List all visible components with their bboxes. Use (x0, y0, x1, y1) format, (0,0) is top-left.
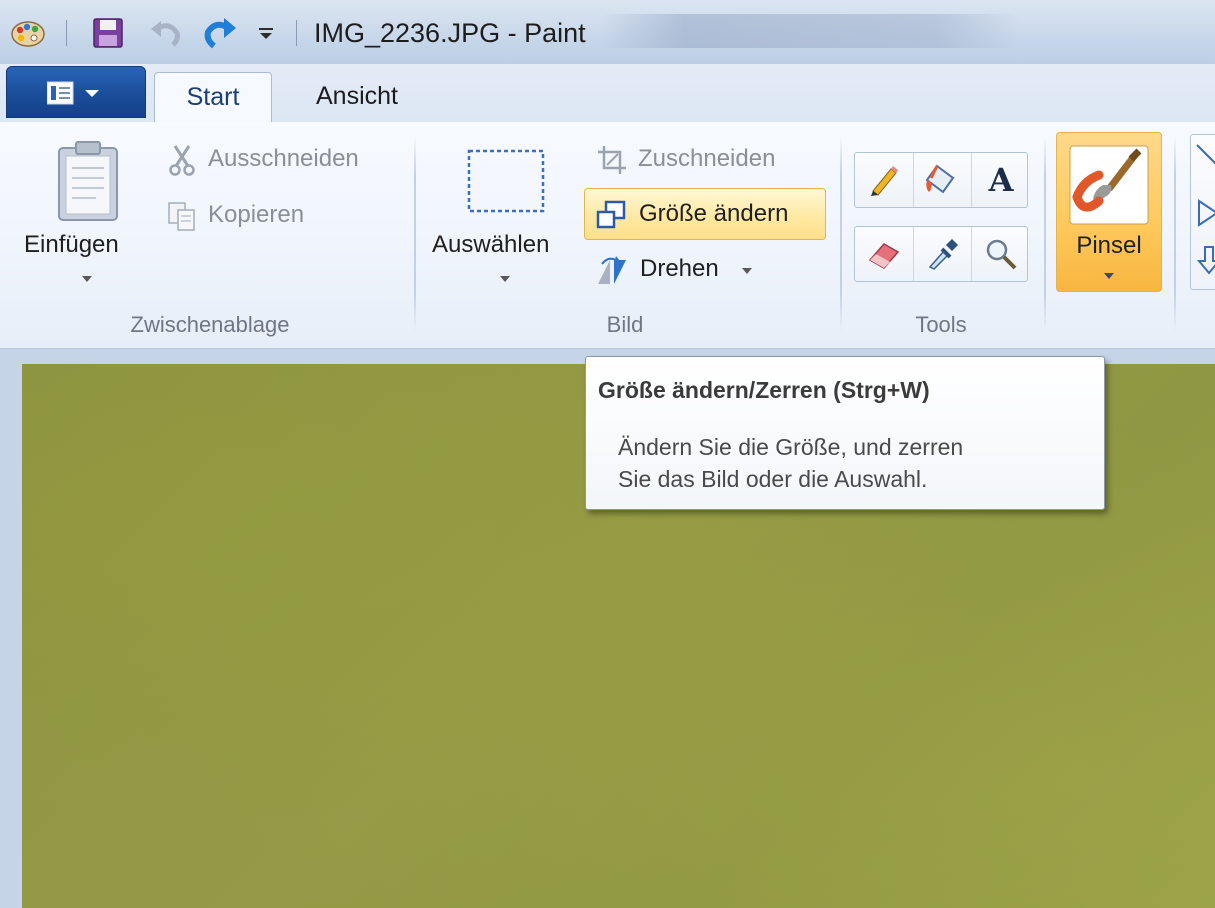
brushes-dropdown-icon (1104, 273, 1114, 279)
select-label: Auswählen (432, 231, 550, 258)
magnifier-icon[interactable] (971, 227, 1030, 281)
window-title: IMG_2236.JPG - Paint (314, 18, 586, 48)
eraser-icon[interactable] (855, 227, 913, 281)
select-button[interactable]: Auswählen (428, 134, 578, 292)
rotate-dropdown-icon (742, 268, 752, 274)
fill-bucket-icon[interactable] (913, 153, 972, 207)
shapes-icon (1196, 144, 1215, 275)
rotate-icon (598, 256, 626, 284)
copy-label: Kopieren (208, 201, 305, 228)
tools-row-bottom (854, 226, 1028, 282)
group-label-clipboard: Zwischenablage (130, 312, 290, 337)
crop-icon (598, 146, 626, 174)
color-picker-icon[interactable] (913, 227, 972, 281)
blurred-title-region (600, 14, 1020, 48)
group-separator (414, 136, 416, 332)
tooltip-title: Größe ändern/Zerren (Strg+W) (598, 377, 930, 403)
group-separator (1044, 136, 1046, 332)
paste-button[interactable]: Einfügen (24, 134, 150, 292)
brushes-label: Pinsel (1076, 232, 1142, 259)
paint-app-icon[interactable] (8, 16, 48, 50)
crop-button[interactable]: Zuschneiden (592, 142, 812, 178)
pencil-icon[interactable] (855, 153, 913, 207)
select-dropdown-icon (500, 276, 510, 282)
copy-icon (168, 202, 195, 231)
paste-label: Einfügen (24, 231, 119, 258)
group-separator (1174, 136, 1176, 332)
text-icon[interactable]: A (971, 153, 1030, 207)
tooltip-line-1: Ändern Sie die Größe, und zerren (618, 434, 964, 460)
crop-label: Zuschneiden (638, 145, 776, 172)
qat-separator (66, 20, 67, 46)
cut-label: Ausschneiden (208, 145, 359, 172)
resize-tooltip: Größe ändern/Zerren (Strg+W) Ändern Sie … (585, 356, 1105, 510)
redo-icon[interactable] (198, 16, 242, 50)
tab-start[interactable]: Start (154, 72, 272, 122)
selection-rectangle-icon (467, 149, 545, 213)
app-menu-button[interactable] (6, 66, 146, 118)
group-label-image: Bild (606, 312, 644, 337)
group-separator (840, 136, 842, 332)
app-menu-icon (47, 81, 99, 105)
copy-button[interactable]: Kopieren (164, 198, 344, 234)
resize-label: Größe ändern (639, 200, 789, 227)
tools-row-top: A (854, 152, 1028, 208)
clipboard-icon (58, 141, 118, 221)
cut-button[interactable]: Ausschneiden (164, 142, 394, 178)
qat-separator (296, 20, 297, 46)
tooltip-line-2: Sie das Bild oder die Auswahl. (618, 466, 928, 492)
tab-ansicht[interactable]: Ansicht (290, 72, 424, 122)
shapes-gallery[interactable] (1190, 134, 1215, 290)
scissors-icon (169, 145, 195, 176)
save-icon[interactable] (88, 16, 128, 50)
brushes-button[interactable]: Pinsel (1056, 132, 1162, 292)
customize-dropdown-icon[interactable] (252, 16, 280, 50)
rotate-label: Drehen (640, 255, 719, 282)
group-label-tools: Tools (915, 312, 967, 337)
rotate-button[interactable]: Drehen (592, 252, 772, 288)
brush-icon (1069, 145, 1149, 225)
resize-button[interactable]: Größe ändern (584, 188, 826, 240)
tooltip-body: Ändern Sie die Größe, und zerren Sie das… (618, 431, 1098, 495)
paste-dropdown-icon (82, 276, 92, 282)
resize-icon (596, 200, 626, 229)
undo-icon[interactable] (146, 16, 186, 50)
